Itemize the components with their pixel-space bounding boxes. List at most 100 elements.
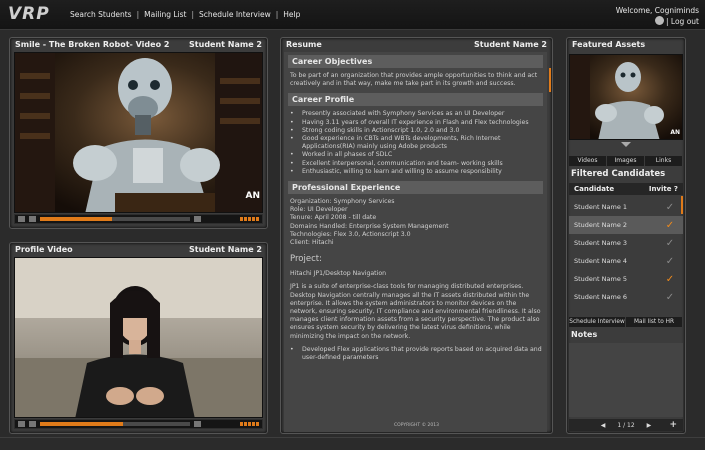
schedule-interview-button[interactable]: Schedule Interview: [569, 317, 626, 327]
tab-videos[interactable]: Videos: [569, 156, 607, 166]
list-item: Strong coding skills in Actionscript 1.0…: [288, 127, 543, 135]
nav-mailing-list[interactable]: Mailing List: [144, 10, 186, 19]
list-item: Enthusiastic, willing to learn and willi…: [288, 168, 543, 176]
candidates-list: Student Name 1 ✓ Student Name 2 ✓ Student Na…: [569, 198, 683, 306]
volume-bar[interactable]: [240, 422, 259, 426]
asset-tabs: Videos Images Links: [569, 156, 683, 166]
candidate-name: Student Name 2: [574, 221, 628, 229]
career-profile-list: Presently associated with Symphony Servi…: [288, 110, 543, 176]
video-watermark: AN: [670, 129, 680, 136]
list-item: Excellent interpersonal, communication a…: [288, 160, 543, 168]
main-nav: Search Students | Mailing List | Schedul…: [70, 10, 300, 19]
video-player[interactable]: AN: [14, 52, 263, 213]
nav-separator: |: [191, 10, 194, 19]
mail-list-button[interactable]: Mail list to HR: [626, 317, 683, 327]
nav-schedule-interview[interactable]: Schedule Interview: [199, 10, 271, 19]
candidate-name: Student Name 5: [574, 275, 628, 283]
page-indicator: 1 / 12: [617, 421, 635, 429]
list-item: Presently associated with Symphony Servi…: [288, 110, 543, 118]
nav-help[interactable]: Help: [283, 10, 300, 19]
video-watermark: AN: [245, 191, 261, 201]
notes-pager: ◀ 1 / 12 ▶ +: [569, 419, 683, 431]
invite-check-icon[interactable]: ✓: [663, 238, 677, 249]
invite-check-icon[interactable]: ✓: [663, 292, 677, 303]
panel-header: Featured Assets: [567, 38, 685, 51]
experience-line: Domains Handled: Enterprise System Manag…: [290, 222, 449, 230]
resume-title: Resume: [286, 40, 322, 49]
resume-scrollbar[interactable]: [549, 68, 551, 92]
nav-search-students[interactable]: Search Students: [70, 10, 132, 19]
candidate-row[interactable]: Student Name 1 ✓: [569, 198, 683, 216]
video-progress[interactable]: [40, 217, 190, 221]
experience-details: Organization: Symphony Services Role: UI…: [288, 198, 543, 247]
user-area: Welcome, Cogniminds | Log out: [616, 5, 699, 27]
project-name: Hitachi JP1/Desktop Navigation: [290, 270, 387, 278]
footer-bar: [0, 437, 705, 450]
nav-separator: |: [275, 10, 279, 19]
volume-bar[interactable]: [240, 217, 259, 221]
invite-check-icon[interactable]: ✓: [663, 202, 677, 213]
student-name: Student Name 2: [474, 40, 547, 49]
project-description: JP1 is a suite of enterprise-class tools…: [290, 283, 541, 340]
video-progress[interactable]: [40, 422, 190, 426]
stop-icon[interactable]: [29, 216, 36, 222]
candidate-row[interactable]: Student Name 2 ✓: [569, 216, 683, 234]
nav-separator: |: [136, 10, 140, 19]
experience-line: Tenure: April 2008 - till date: [290, 214, 377, 222]
right-panel: Featured Assets AN Videos Images Links F…: [566, 37, 686, 434]
candidates-header: Candidate Invite ?: [569, 183, 683, 195]
experience-line: Client: Hitachi: [290, 239, 334, 247]
project-bullets: Developed Flex applications that provide…: [288, 346, 543, 362]
candidate-name: Student Name 1: [574, 203, 628, 211]
candidate-actions: Schedule Interview Mail list to HR: [569, 317, 683, 327]
invite-check-icon[interactable]: ✓: [663, 220, 677, 231]
video-panel-1: Smile - The Broken Robot- Video 2 Studen…: [9, 37, 268, 229]
panel-header: Profile Video Student Name 2: [10, 243, 267, 256]
video-panel-2: Profile Video Student Name 2: [9, 242, 268, 434]
featured-title: Featured Assets: [572, 40, 646, 49]
carousel-down-arrow-icon[interactable]: [621, 142, 631, 147]
candidate-name: Student Name 6: [574, 293, 628, 301]
robot-video-frame: [15, 53, 262, 212]
candidate-row[interactable]: Student Name 6 ✓: [569, 288, 683, 306]
candidate-row[interactable]: Student Name 3 ✓: [569, 234, 683, 252]
tab-images[interactable]: Images: [607, 156, 645, 166]
logout-link[interactable]: Log out: [671, 17, 699, 26]
col-candidate: Candidate: [574, 185, 615, 193]
career-objectives-text: To be part of an organization that provi…: [290, 72, 538, 88]
video-controls: [14, 214, 263, 224]
invite-check-icon[interactable]: ✓: [663, 274, 677, 285]
gear-icon[interactable]: [654, 16, 664, 25]
copyright-text: COPYRIGHT © 2013: [394, 423, 439, 428]
play-icon[interactable]: [18, 216, 25, 222]
speaker-icon[interactable]: [194, 421, 201, 427]
speaker-icon[interactable]: [194, 216, 201, 222]
invite-check-icon[interactable]: ✓: [663, 256, 677, 267]
candidate-name: Student Name 3: [574, 239, 628, 247]
tab-links[interactable]: Links: [645, 156, 683, 166]
notes-area[interactable]: [569, 343, 683, 417]
resume-content[interactable]: Career Objectives To be part of an organ…: [284, 52, 547, 432]
featured-asset-preview[interactable]: AN: [569, 54, 683, 140]
top-bar: VRP Search Students | Mailing List | Sch…: [0, 0, 705, 30]
student-name: Student Name 2: [189, 40, 262, 49]
video-progress-fill: [40, 422, 123, 426]
prev-page-icon[interactable]: ◀: [601, 422, 606, 429]
experience-line: Technologies: Flex 3.0, Actionscript 3.0: [290, 230, 411, 238]
candidate-row[interactable]: Student Name 4 ✓: [569, 252, 683, 270]
video-player[interactable]: [14, 257, 263, 418]
logo: VRP: [8, 4, 50, 24]
stop-icon[interactable]: [29, 421, 36, 427]
welcome-text: Welcome, Cogniminds: [615, 6, 699, 15]
list-item: Good experience in CBTs and WBTs develop…: [288, 135, 543, 151]
video-title: Smile - The Broken Robot- Video 2: [15, 40, 170, 49]
add-note-icon[interactable]: +: [669, 420, 677, 430]
featured-asset-thumbnail: [570, 55, 664, 139]
next-page-icon[interactable]: ▶: [647, 422, 652, 429]
video-controls: [14, 419, 263, 429]
profile-video-frame: [15, 258, 262, 417]
candidate-row[interactable]: Student Name 5 ✓: [569, 270, 683, 288]
notes-title: Notes: [571, 330, 598, 339]
experience-line: Organization: Symphony Services: [290, 198, 395, 206]
play-icon[interactable]: [18, 421, 25, 427]
